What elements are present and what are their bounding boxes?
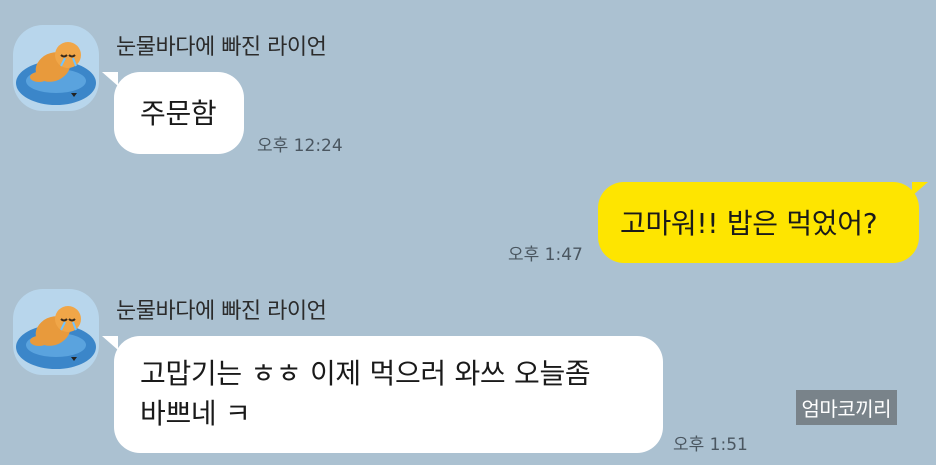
message-text: 고마워!! 밥은 먹었어?: [620, 207, 878, 240]
message-text: 주문함: [140, 97, 217, 130]
message-bubble[interactable]: 고맙기는 ㅎㅎ 이제 먹으러 와쓰 오늘좀 바쁘네 ㅋ: [114, 336, 663, 453]
message-time: 오후 1:47: [508, 245, 583, 265]
bubble-tail: [102, 72, 118, 86]
message-time: 오후 1:51: [673, 435, 748, 455]
message-text-line: 고맙기는 ㅎㅎ 이제 먹으러 와쓰 오늘좀: [140, 357, 591, 390]
watermark: 엄마코끼리: [795, 390, 897, 425]
bubble-tail: [102, 336, 118, 350]
message-time: 오후 12:24: [257, 136, 343, 156]
bubble-tail: [912, 182, 928, 196]
sender-avatar-icon[interactable]: [13, 289, 99, 375]
message-bubble[interactable]: 고마워!! 밥은 먹었어?: [598, 182, 919, 263]
sender-name: 눈물바다에 빠진 라이언: [116, 35, 327, 60]
message-text-line: 바쁘네 ㅋ: [140, 397, 251, 430]
sender-name: 눈물바다에 빠진 라이언: [116, 299, 327, 324]
message-bubble[interactable]: 주문함: [114, 72, 244, 154]
sender-avatar-icon[interactable]: [13, 25, 99, 111]
